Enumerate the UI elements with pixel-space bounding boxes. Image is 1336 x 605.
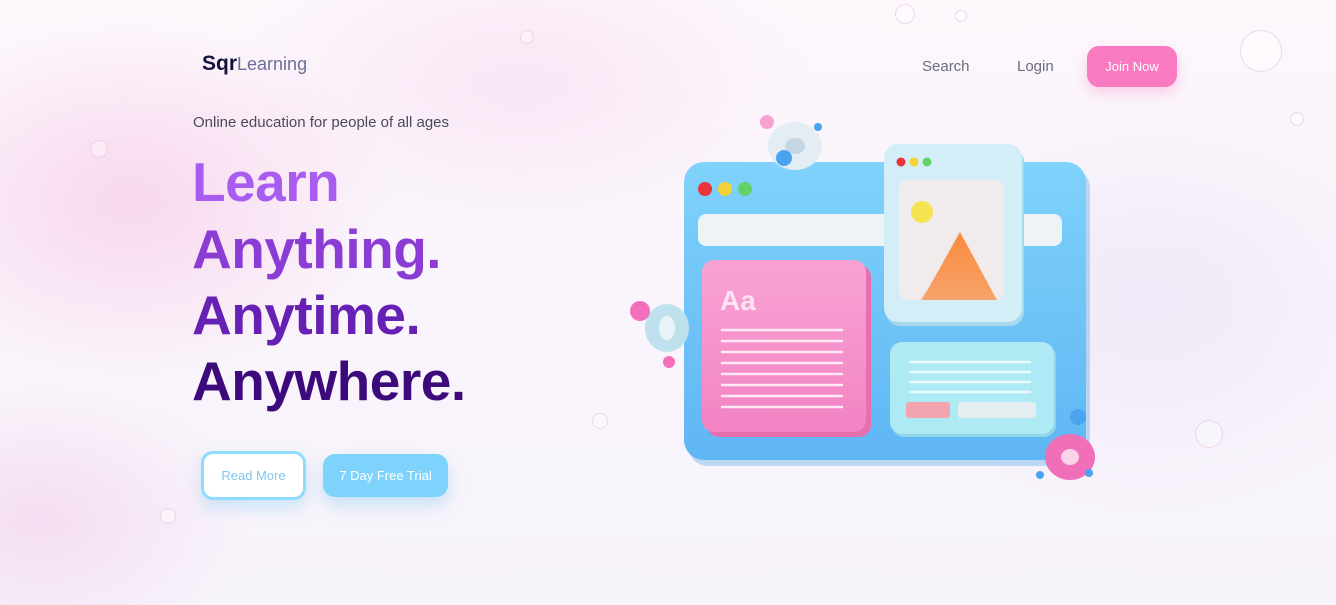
hero-tagline: Online education for people of all ages xyxy=(193,114,450,131)
hero-illustration: Aa xyxy=(630,115,1095,480)
image-icon xyxy=(884,144,1024,326)
card-label: Aa xyxy=(720,285,756,316)
background-bubble xyxy=(1240,30,1282,72)
headline-line-1: Learn xyxy=(192,151,340,213)
headline-line-2: Anything. xyxy=(192,218,442,280)
headline-line-4: Anywhere. xyxy=(192,350,466,412)
free-trial-button[interactable]: 7 Day Free Trial xyxy=(323,454,448,497)
join-now-button[interactable]: Join Now xyxy=(1087,46,1177,87)
text-document-icon: Aa xyxy=(702,260,871,437)
nav-login-link[interactable]: Login xyxy=(1017,58,1054,75)
background-bubble xyxy=(520,30,534,44)
background-bubble xyxy=(895,4,915,24)
background-bubble xyxy=(160,508,176,524)
background-bubble xyxy=(90,140,108,158)
background-bubble xyxy=(592,413,608,429)
headline-line-3: Anytime. xyxy=(192,284,421,346)
text-card-icon xyxy=(890,342,1056,437)
background-bubble xyxy=(955,10,967,22)
background-bubble xyxy=(1290,112,1304,126)
read-more-button[interactable]: Read More xyxy=(201,451,306,500)
logo[interactable]: SqrLearning xyxy=(202,52,307,76)
nav-search-link[interactable]: Search xyxy=(922,58,970,75)
logo-light: Learning xyxy=(237,54,308,74)
logo-bold: Sqr xyxy=(202,52,238,75)
background-bubble xyxy=(1195,420,1223,448)
